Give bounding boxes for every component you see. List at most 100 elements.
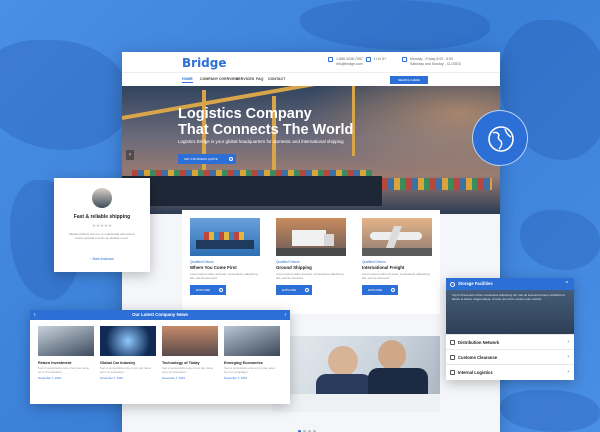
service-category: Qualified Drivers [276, 260, 300, 264]
cargo-ship-image [190, 218, 260, 256]
search-button[interactable]: SEARCH HERE [390, 76, 428, 84]
avatar [92, 188, 112, 208]
news-item-text: Sed ut perspiciatis unde omnis iste natu… [162, 366, 213, 374]
arrow-circle-icon [305, 288, 309, 292]
service-card: Qualified Drivers Where You Come First L… [190, 218, 260, 295]
business-team-image [272, 336, 440, 412]
service-category: Qualified Drivers [190, 260, 214, 264]
hours-weekday: Monday - Friday 8:00 - 5:00 [409, 57, 453, 61]
testimonial-title: Fast & reliable shipping [73, 214, 131, 220]
service-card: Qualified Drivers Ground Shipping Lorem … [276, 218, 346, 295]
cargo-ship [122, 176, 382, 206]
news-item-title: Technology of Today [162, 361, 200, 365]
news-item[interactable]: Emerging Economies Sed ut perspiciatis u… [224, 326, 280, 380]
service-explore-button[interactable]: EXPLORE [276, 285, 312, 295]
logistics-icon [450, 370, 455, 375]
nav-faq[interactable]: FAQ [256, 77, 263, 81]
customs-icon [450, 355, 455, 360]
accordion-open-content: Tep In Preventure Infom consectetur adip… [446, 290, 574, 334]
chevron-right-icon: › [567, 339, 569, 345]
testimonial-card: Fast & reliable shipping ★★★★★ Aliquam f… [54, 178, 150, 272]
accordion-row-label: Distribution Network [458, 340, 500, 345]
map-continent [500, 390, 600, 432]
social-links[interactable]: f t in G+ [374, 57, 386, 61]
hero-title-line-2: That Connects The World [178, 122, 354, 138]
service-category: Qualified Drivers [362, 260, 386, 264]
service-text: Lorem ipsum dolor sit amet, consectetur … [362, 272, 430, 280]
phone-icon [328, 57, 333, 62]
testimonial-author[interactable]: ~ Mark Anderson [54, 257, 150, 261]
header-topbar: Bridge 1-888-3436-7957 info@bridge.com f… [122, 52, 500, 72]
services-section: Qualified Drivers Where You Come First L… [182, 210, 440, 314]
main-navigation: HOME COMPANY OVERVIEW SERVICES FAQ CONTA… [122, 72, 500, 86]
network-icon [450, 340, 455, 345]
news-prev-arrow[interactable]: ‹ [34, 310, 36, 320]
news-item-text: Sed ut perspiciatis unde omnis iste natu… [100, 366, 151, 374]
globe-icon [488, 126, 514, 152]
news-image [38, 326, 94, 356]
explore-label: EXPLORE [282, 288, 297, 292]
accordion-open-text: Tep In Preventure Infom consectetur adip… [452, 293, 565, 301]
accordion-row-distribution[interactable]: Distribution Network › [446, 334, 574, 349]
news-image [162, 326, 218, 356]
site-logo[interactable]: Bridge [182, 56, 227, 70]
contact-phone-number: 1-888-3436-7957 [335, 57, 363, 61]
hero-slider: Logistics Company That Connects The Worl… [122, 86, 500, 214]
news-item[interactable]: Global Car Industry Sed ut perspiciatis … [100, 326, 156, 380]
chevron-right-icon: › [567, 369, 569, 375]
nav-home[interactable]: HOME [182, 77, 193, 83]
news-item-date: November 7, 2016 [162, 376, 186, 381]
service-title: Where You Come First [190, 265, 237, 270]
accordion-row-label: Customs Clearance [458, 355, 498, 360]
service-explore-button[interactable]: EXPLORE [190, 285, 226, 295]
container-stack [382, 178, 492, 190]
accordion-row-label: Internal Logistics [458, 370, 493, 375]
accordion-open-title: Storage Facilities [458, 281, 493, 286]
chevron-up-icon: ⌃ [564, 281, 569, 287]
news-item-date: November 7, 2016 [100, 376, 124, 381]
service-explore-button[interactable]: EXPLORE [362, 285, 398, 295]
explore-label: EXPLORE [196, 288, 211, 292]
hero-button-label: GET A BUSINESS QUOTE [184, 157, 218, 161]
hero-quote-button[interactable]: GET A BUSINESS QUOTE [178, 154, 236, 164]
logo-text: Bridge [182, 56, 227, 70]
nav-contact[interactable]: CONTACT [268, 77, 285, 81]
news-item-date: November 7, 2016 [224, 376, 248, 381]
nav-company-overview[interactable]: COMPANY OVERVIEW [200, 77, 238, 81]
news-item[interactable]: Return Investment Sed ut perspiciatis un… [38, 326, 94, 380]
storage-icon [450, 281, 455, 287]
explore-label: EXPLORE [368, 288, 383, 292]
accordion-row-internal[interactable]: Internal Logistics › [446, 364, 574, 379]
news-next-arrow[interactable]: › [284, 310, 286, 320]
contact-email: info@bridge.com [335, 61, 363, 66]
news-image [100, 326, 156, 356]
news-item-text: Sed ut perspiciatis unde omnis iste natu… [224, 366, 275, 374]
news-title: Our Latest Company News [132, 312, 188, 317]
news-item-title: Emerging Economies [224, 361, 263, 365]
rating-stars: ★★★★★ [91, 223, 113, 228]
accordion-open-header[interactable]: Storage Facilities ⌃ [446, 278, 574, 290]
airplane-image [362, 218, 432, 256]
map-continent [0, 40, 130, 150]
service-card: Qualified Drivers International Freight … [362, 218, 432, 295]
news-item-title: Return Investment [38, 361, 72, 365]
contact-hours: Monday - Friday 8:00 - 5:00 Saturday and… [402, 57, 461, 66]
news-item[interactable]: Technology of Today Sed ut perspiciatis … [162, 326, 218, 380]
map-continent [520, 210, 600, 270]
slider-pagination [298, 420, 318, 432]
nav-services[interactable]: SERVICES [236, 77, 254, 81]
testimonial-text: Aliquam finibus elit non, in malesuada o… [68, 232, 136, 240]
service-text: Lorem ipsum dolor sit amet, consectetur … [276, 272, 344, 280]
globe-badge [472, 110, 528, 166]
arrow-circle-icon [391, 288, 395, 292]
service-text: Lorem ipsum dolor sit amet, consectetur … [190, 272, 258, 280]
slider-prev-arrow[interactable]: ‹ [126, 150, 134, 160]
accordion-row-customs[interactable]: Customs Clearance › [446, 349, 574, 364]
map-continent [300, 0, 490, 50]
service-title: International Freight [362, 265, 405, 270]
news-item-title: Global Car Industry [100, 361, 136, 365]
mail-icon [402, 57, 407, 62]
service-title: Ground Shipping [276, 265, 312, 270]
news-header: ‹ Our Latest Company News › [30, 310, 290, 320]
hours-weekend: Saturday and Sunday - CLOSED [409, 61, 462, 66]
